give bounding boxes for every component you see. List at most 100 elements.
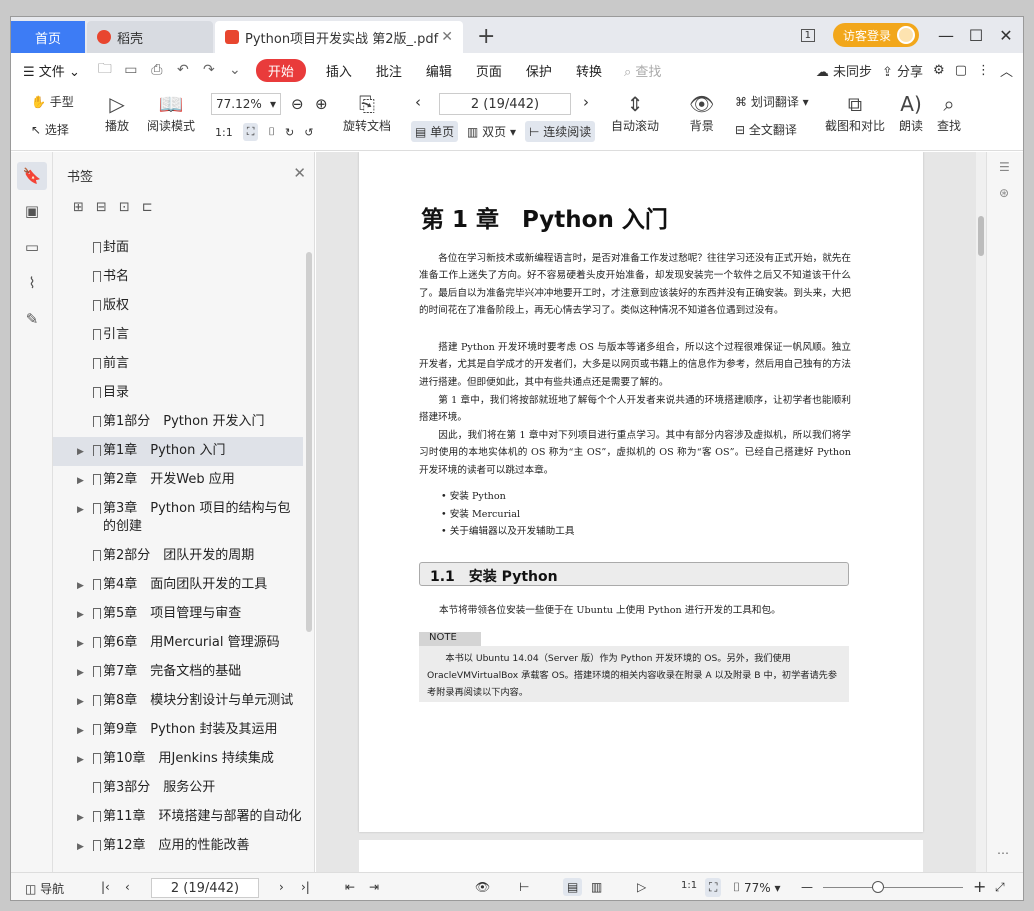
rotate-right-icon[interactable]: ↺ (304, 126, 313, 139)
expand-arrow-icon[interactable]: ▶ (77, 577, 84, 595)
settings-icon[interactable]: ⚙ (933, 63, 945, 78)
expand-arrow-icon[interactable]: ▶ (77, 809, 84, 827)
list-item[interactable]: 第1部分 Python 开发入门 (53, 408, 303, 437)
list-item[interactable]: ▶ 第9章 Python 封装及其运用 (53, 716, 303, 745)
menu-page[interactable]: 页面 (464, 61, 514, 80)
single-page-button[interactable]: ▤ 单页 (411, 121, 459, 142)
actual-size-status-icon[interactable]: 1:1 (681, 880, 697, 891)
play-status-icon[interactable]: ▷ (637, 880, 646, 894)
expand-arrow-icon[interactable]: ▶ (77, 472, 84, 490)
list-item[interactable]: ▶ 第10章 用Jenkins 持续集成 (53, 745, 303, 774)
bookmark-add-icon[interactable]: ⊡ (119, 200, 130, 215)
list-item[interactable]: ▶ 第7章 完备文档的基础 (53, 658, 303, 687)
expand-arrow-icon[interactable]: ▶ (77, 606, 84, 624)
document-scrollbar[interactable] (976, 152, 986, 872)
play-button[interactable]: ▷ 播放 (105, 91, 129, 134)
menu-convert[interactable]: 转换 (564, 61, 614, 80)
zoom-select[interactable]: 77.12% ▾ (211, 93, 281, 115)
zoom-minus-icon[interactable]: — (801, 880, 813, 894)
tab-pdf[interactable]: Python项目开发实战 第2版_.pdf ✕ (215, 21, 463, 53)
back-icon[interactable]: ⇤ (345, 880, 355, 894)
expand-arrow-icon[interactable]: ▶ (77, 722, 84, 740)
fit-page-status-icon[interactable]: ⛶ (705, 878, 722, 897)
screenshot-compare-button[interactable]: ⧉ 截图和对比 (825, 91, 885, 134)
collapse-ribbon-icon[interactable]: ︿ (1000, 61, 1013, 80)
list-item[interactable]: 版权 (53, 292, 303, 321)
actual-size-icon[interactable]: 1:1 (215, 126, 233, 139)
add-sub-bookmark-icon[interactable]: ⊟ (96, 200, 107, 215)
menu-search[interactable]: ⌕ 查找 (614, 61, 661, 80)
bookmark-panel-icon[interactable]: 🔖 (17, 162, 47, 190)
next-page-status-icon[interactable]: › (279, 880, 284, 894)
thumbnail-icon[interactable]: ▣ (23, 202, 41, 220)
fit-width-icon[interactable]: ⌷ (268, 125, 275, 139)
list-item[interactable]: 书名 (53, 263, 303, 292)
menu-comment[interactable]: 批注 (364, 61, 414, 80)
list-item[interactable]: ▶ 第6章 用Mercurial 管理源码 (53, 629, 303, 658)
expand-arrow-icon[interactable]: ▶ (77, 635, 84, 653)
double-page-status-icon[interactable]: ▥ (591, 880, 602, 894)
continuous-status-icon[interactable]: ⊢ (519, 880, 529, 894)
list-item[interactable]: ▶ 第2章 开发Web 应用 (53, 466, 303, 495)
add-tab-button[interactable]: + (477, 24, 495, 49)
nav-toggle[interactable]: ◫ 导航 (25, 880, 64, 897)
list-item[interactable]: ▶ 第12章 应用的性能改善 (53, 832, 303, 861)
zoom-slider[interactable] (823, 887, 963, 888)
continuous-read-button[interactable]: ⊢ 连续阅读 (525, 121, 596, 142)
tab-daoke[interactable]: 稻壳 (87, 21, 213, 53)
auto-scroll-button[interactable]: ⇕ 自动滚动 (611, 91, 659, 134)
guest-login-button[interactable]: 访客登录 (832, 23, 919, 47)
list-item[interactable]: ▶ 第11章 环境搭建与部署的自动化 (53, 803, 303, 832)
open-icon[interactable]: 🗀 (92, 58, 118, 82)
list-item[interactable]: ▶ 第8章 模块分割设计与单元测试 (53, 687, 303, 716)
undo-icon[interactable]: ↶ (170, 62, 196, 78)
list-item[interactable]: 封面 (53, 234, 303, 263)
menu-insert[interactable]: 插入 (314, 61, 364, 80)
find-button[interactable]: ⌕ 查找 (937, 91, 961, 134)
expand-arrow-icon[interactable]: ▶ (77, 838, 84, 856)
menu-start[interactable]: 开始 (255, 58, 306, 82)
more-chevron-icon[interactable]: ⌄ (222, 62, 248, 78)
print-icon[interactable]: ⎙ (144, 62, 170, 78)
list-item[interactable]: ▶ 第5章 项目管理与审查 (53, 600, 303, 629)
annotation-icon[interactable]: ▭ (23, 238, 41, 256)
redo-icon[interactable]: ↷ (196, 62, 222, 78)
menu-edit[interactable]: 编辑 (414, 61, 464, 80)
single-page-status-icon[interactable]: ▤ (563, 878, 583, 896)
expand-arrow-icon[interactable]: ▶ (77, 443, 84, 461)
bookmark-scrollbar[interactable] (306, 252, 312, 632)
hand-tool[interactable]: ✋ 手型 (31, 93, 74, 110)
close-window-button[interactable]: ✕ (993, 26, 1019, 45)
list-item[interactable]: 第2部分 团队开发的周期 (53, 542, 303, 571)
zoom-plus-icon[interactable]: + (973, 877, 986, 896)
zoom-status-select[interactable]: ⌷ 77% ▾ (733, 880, 781, 895)
ai-search-icon[interactable]: ⊛ (999, 186, 1009, 200)
file-menu[interactable]: ☰ 文件 ⌄ (11, 61, 92, 80)
prev-page-status-icon[interactable]: ‹ (125, 880, 130, 894)
last-page-icon[interactable]: ›| (301, 880, 310, 894)
close-tab-icon[interactable]: ✕ (441, 29, 453, 45)
document-view[interactable]: 第 1 章 Python 入门 各位在学习新技术或新编程语言时，是否对准备工作发… (316, 152, 976, 872)
rotate-doc-button[interactable]: ⎘ 旋转文档 (343, 91, 391, 134)
list-item[interactable]: ▶ 第4章 面向团队开发的工具 (53, 571, 303, 600)
status-page-input[interactable]: 2 (19/442) (151, 878, 259, 898)
menu-protect[interactable]: 保护 (514, 61, 564, 80)
word-translate-button[interactable]: ⌘ 划词翻译 ▾ (735, 93, 809, 110)
double-page-button[interactable]: ▥ 双页 ▾ (467, 123, 516, 140)
bookmark-icon[interactable]: ⊏ (142, 200, 153, 215)
minimize-button[interactable]: — (933, 26, 959, 45)
list-item[interactable]: ▶ 第1章 Python 入门 (53, 437, 303, 466)
sync-status[interactable]: ☁ 未同步 (816, 61, 872, 80)
comment-icon[interactable]: ▢ (955, 63, 967, 78)
more-options-icon[interactable]: ⋯ (997, 846, 1009, 860)
expand-arrow-icon[interactable]: ▶ (77, 664, 84, 682)
menu-lines-icon[interactable]: ☰ (999, 160, 1010, 174)
zoom-slider-handle[interactable] (872, 881, 884, 893)
page-input[interactable]: 2 (19/442) (439, 93, 571, 115)
save-icon[interactable]: ▭ (118, 62, 144, 78)
fullscreen-icon[interactable]: ⤢ (995, 880, 1005, 895)
prev-page-icon[interactable]: ‹ (415, 93, 421, 111)
fit-page-icon[interactable]: ⛶ (242, 123, 259, 141)
zoom-out-icon[interactable]: ⊖ (291, 95, 304, 113)
next-page-icon[interactable]: › (583, 93, 589, 111)
